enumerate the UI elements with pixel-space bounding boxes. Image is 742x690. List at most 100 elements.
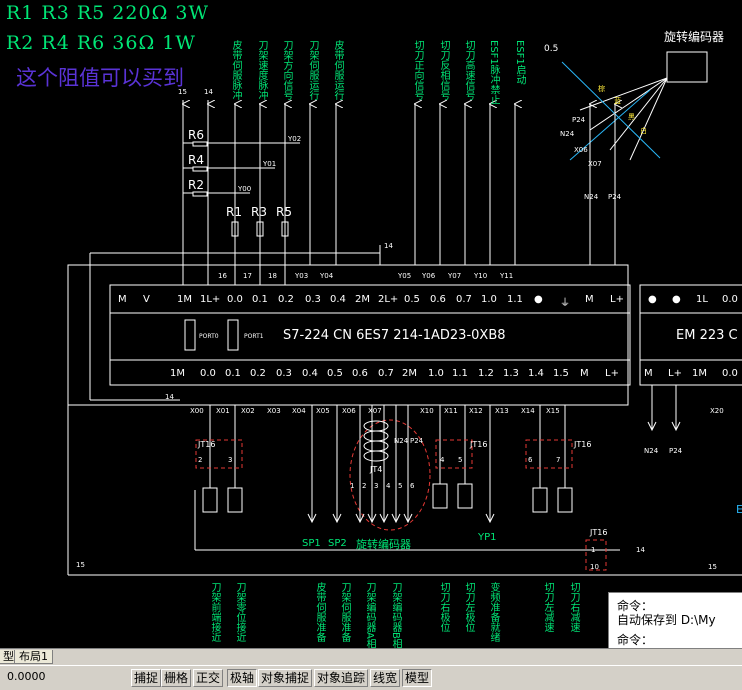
plc-top-terminal: ⏚: [560, 298, 570, 309]
input-wire-number: X00: [190, 407, 204, 415]
plc-top-terminal: M: [585, 294, 594, 305]
plc-bottom-terminal: 1.1: [452, 368, 468, 379]
plc-top-terminal: 0.1: [252, 294, 268, 305]
input-wire-number: X07: [368, 407, 382, 415]
plc-bottom-terminal: 1.5: [553, 368, 569, 379]
plc-top-terminal: 0.2: [278, 294, 294, 305]
plc-top-terminal: 0.7: [456, 294, 472, 305]
p24-label: P24: [608, 193, 622, 201]
terminal-number: 4: [440, 456, 445, 464]
top-wire-number: Y04: [320, 272, 334, 280]
port0-label: PORT0: [199, 333, 219, 340]
p24-label: P24: [669, 447, 683, 455]
top-wire-number: 17: [243, 272, 252, 280]
top-wire-number: Y06: [422, 272, 436, 280]
plc-top-terminal: 1.0: [481, 294, 497, 305]
yp1-label: YP1: [478, 532, 497, 543]
input-wire-number: X05: [316, 407, 330, 415]
wire-15-label: 15: [708, 563, 717, 571]
plc-bottom-terminal: 1.3: [503, 368, 519, 379]
plc-bottom-terminal: 2M: [402, 368, 417, 379]
encoder-wire-color: 黑: [628, 113, 635, 121]
input-signal-label: 切刀左极位: [463, 582, 474, 632]
plc-bottom-terminal: 0.2: [250, 368, 266, 379]
input-wire-number: X02: [241, 407, 255, 415]
input-wire-number: X03: [267, 407, 281, 415]
jt16-label: JT16: [574, 440, 592, 449]
plc-bottom-terminal: 0.1: [225, 368, 241, 379]
input-wire-number: X12: [469, 407, 483, 415]
input-wire-number: X14: [521, 407, 535, 415]
output-wire-label: Y00: [238, 185, 252, 193]
terminal-number: 3: [374, 482, 379, 490]
resistor-label: R1: [226, 205, 242, 219]
encoder-angle: 0.5: [544, 44, 559, 54]
wire-14-label: 14: [204, 88, 213, 96]
terminal-number: 5: [458, 456, 463, 464]
osnap-button[interactable]: 对象捕捉: [258, 669, 313, 687]
encoder-bottom-label: 旋转编码器: [356, 538, 411, 551]
jt4-label: JT4: [370, 465, 383, 474]
terminal-number: 10: [590, 563, 599, 571]
plc-top-terminal: 1.1: [507, 294, 523, 305]
plc-bottom-terminal: L+: [605, 368, 619, 379]
wire-14-label: 14: [384, 242, 393, 250]
em-top-terminal: ●: [672, 294, 681, 305]
wire-15-label: 15: [178, 88, 187, 96]
jt16-label: JT16: [590, 528, 608, 537]
wire-15-label: 15: [76, 561, 85, 569]
coordinate-readout: 0.0000: [7, 670, 46, 683]
plc-bottom-terminal: 0.5: [327, 368, 343, 379]
em-module-label: EM 223 C: [676, 328, 738, 343]
resistor-label: R5: [276, 205, 292, 219]
terminal-number: 6: [528, 456, 533, 464]
jt16-label: JT16: [198, 440, 216, 449]
top-wire-number: Y03: [295, 272, 309, 280]
output-signal-label: ESF1启动: [514, 40, 525, 85]
command-window[interactable]: 命令： 自动保存到 D:\My 命令：: [608, 592, 742, 651]
resistor-label: R3: [251, 205, 267, 219]
layout-tabs: 型 布局1: [0, 648, 742, 665]
grid-button[interactable]: 栅格: [161, 669, 192, 687]
output-signal-label: ESF1脉冲禁止: [488, 40, 499, 105]
input-signal-label: 切刀左减速: [542, 582, 553, 632]
plc-bottom-terminal: 1.0: [428, 368, 444, 379]
autosave-message: 自动保存到 D:\My: [617, 613, 716, 627]
tab-layout1[interactable]: 布局1: [14, 650, 53, 664]
plc-top-terminal: ●: [534, 294, 543, 305]
command-prompt[interactable]: 命令：: [617, 631, 653, 648]
encoder-wire-color: 蓝: [614, 97, 621, 105]
input-signal-label: 皮带伺服准备: [314, 582, 325, 642]
input-wire-number: X20: [710, 407, 724, 415]
output-signal-label: 刀架速度脉冲: [256, 40, 267, 100]
otrack-button[interactable]: 对象追踪: [314, 669, 369, 687]
top-wire-number: Y10: [474, 272, 488, 280]
snap-button[interactable]: 捕捉: [131, 669, 162, 687]
input-signal-label: 切刀右极位: [438, 582, 449, 632]
terminal-number: 5: [398, 482, 403, 490]
plc-bottom-terminal: 1.2: [478, 368, 494, 379]
wire-14-label: 14: [636, 546, 645, 554]
lineweight-button[interactable]: 线宽: [370, 669, 401, 687]
wire-14-label: 14: [165, 393, 174, 401]
model-button[interactable]: 模型: [402, 669, 433, 687]
output-wire-label: Y02: [288, 135, 302, 143]
e-label: E: [736, 503, 742, 516]
sp1-label: SP1: [302, 538, 321, 549]
em-top-terminal: 1L: [696, 294, 708, 305]
input-signal-label: 变频准备就绪: [488, 582, 499, 642]
plc-top-terminal: 2L+: [378, 294, 399, 305]
plc-bottom-terminal: 0.0: [200, 368, 216, 379]
em-bottom-terminal: 1M: [692, 368, 707, 379]
terminal-number: 2: [362, 482, 367, 490]
sp2-label: SP2: [328, 538, 347, 549]
output-signal-label: 切刀高速信号: [463, 40, 474, 100]
output-wire-label: Y01: [263, 160, 277, 168]
polar-button[interactable]: 极轴: [227, 669, 258, 687]
ortho-button[interactable]: 正交: [193, 669, 224, 687]
p24-label: P24: [410, 437, 424, 445]
terminal-number: 1: [591, 546, 596, 554]
input-wire-number: X13: [495, 407, 509, 415]
input-wire-number: X06: [342, 407, 356, 415]
cad-drawing-canvas[interactable]: R1 R3 R5 220Ω 3W R2 R4 R6 36Ω 1W 这个阻值可以买…: [0, 0, 742, 651]
